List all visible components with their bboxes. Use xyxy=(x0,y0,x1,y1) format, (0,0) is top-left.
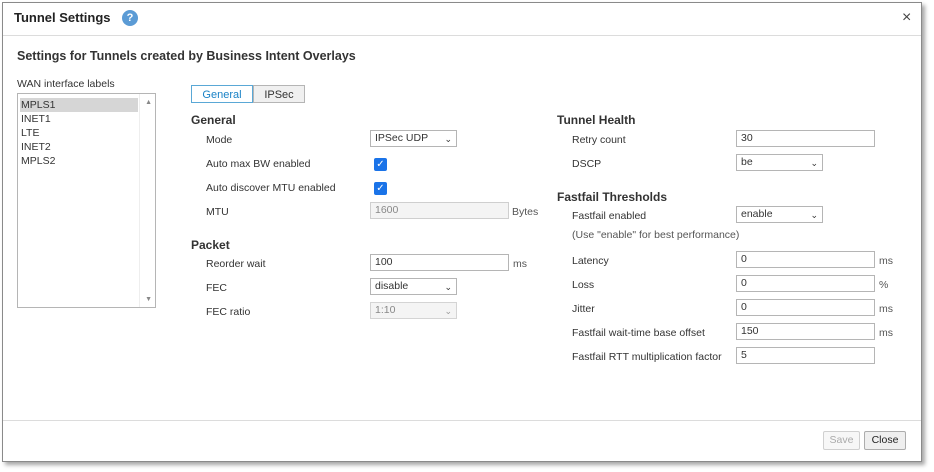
rtt-factor-label: Fastfail RTT multiplication factor xyxy=(572,351,722,363)
mode-label: Mode xyxy=(206,134,233,146)
dscp-value: be xyxy=(741,156,753,168)
chevron-down-icon: ⌄ xyxy=(810,158,818,168)
jitter-label: Jitter xyxy=(572,303,595,315)
help-icon[interactable]: ? xyxy=(122,10,138,26)
mtu-unit: Bytes xyxy=(512,206,539,218)
fec-ratio-label: FEC ratio xyxy=(206,306,251,318)
close-icon[interactable]: × xyxy=(902,9,911,27)
dscp-label: DSCP xyxy=(572,158,602,170)
mode-select[interactable]: IPSec UDP ⌄ xyxy=(370,130,457,147)
rtt-factor-field[interactable]: 5 xyxy=(736,347,875,364)
loss-unit: % xyxy=(879,279,889,291)
chevron-down-icon: ⌄ xyxy=(444,306,452,316)
retry-count-field[interactable]: 30 xyxy=(736,130,875,147)
tunnel-settings-dialog: Tunnel Settings ? × Settings for Tunnels… xyxy=(2,2,922,462)
auto-mtu-label: Auto discover MTU enabled xyxy=(206,182,336,194)
page-heading: Settings for Tunnels created by Business… xyxy=(17,49,356,63)
list-item-inet1[interactable]: INET1 xyxy=(20,112,138,126)
list-item-lte[interactable]: LTE xyxy=(20,126,138,140)
latency-unit: ms xyxy=(879,255,893,267)
reorder-wait-unit: ms xyxy=(513,258,527,270)
save-button[interactable]: Save xyxy=(823,431,860,450)
loss-label: Loss xyxy=(572,279,595,291)
fastfail-enabled-label: Fastfail enabled xyxy=(572,210,647,222)
wait-time-label: Fastfail wait-time base offset xyxy=(572,327,705,339)
list-item-mpls2[interactable]: MPLS2 xyxy=(20,154,138,168)
wait-time-field[interactable]: 150 xyxy=(736,323,875,340)
mode-value: IPSec UDP xyxy=(375,132,429,144)
tab-ipsec[interactable]: IPSec xyxy=(253,85,305,103)
reorder-wait-label: Reorder wait xyxy=(206,258,266,270)
wait-time-unit: ms xyxy=(879,327,893,339)
scroll-up-arrow-icon[interactable]: ▲ xyxy=(145,99,152,106)
list-item-mpls1[interactable]: MPLS1 xyxy=(20,98,138,112)
auto-mtu-checkbox[interactable]: ✓ xyxy=(374,182,387,195)
jitter-field[interactable]: 0 xyxy=(736,299,875,316)
listbox-scrollbar[interactable]: ▲ ▼ xyxy=(139,94,155,307)
auto-max-bw-label: Auto max BW enabled xyxy=(206,158,311,170)
tunnel-health-section-title: Tunnel Health xyxy=(557,113,636,127)
fec-select[interactable]: disable ⌄ xyxy=(370,278,457,295)
fastfail-enabled-select[interactable]: enable ⌄ xyxy=(736,206,823,223)
chevron-down-icon: ⌄ xyxy=(444,134,452,144)
retry-count-label: Retry count xyxy=(572,134,626,146)
title-divider xyxy=(3,35,921,36)
jitter-unit: ms xyxy=(879,303,893,315)
dialog-title: Tunnel Settings xyxy=(14,10,111,25)
fec-ratio-select[interactable]: 1:10 ⌄ xyxy=(370,302,457,319)
fastfail-section-title: Fastfail Thresholds xyxy=(557,190,668,204)
fec-value: disable xyxy=(375,280,409,292)
wan-interface-listbox[interactable]: MPLS1 INET1 LTE INET2 MPLS2 ▲ ▼ xyxy=(17,93,156,308)
chevron-down-icon: ⌄ xyxy=(810,210,818,220)
list-item-inet2[interactable]: INET2 xyxy=(20,140,138,154)
chevron-down-icon: ⌄ xyxy=(444,282,452,292)
fec-ratio-value: 1:10 xyxy=(375,304,396,316)
dscp-select[interactable]: be ⌄ xyxy=(736,154,823,171)
general-section-title: General xyxy=(191,113,236,127)
scroll-down-arrow-icon[interactable]: ▼ xyxy=(145,296,152,303)
mtu-field[interactable]: 1600 xyxy=(370,202,509,219)
reorder-wait-field[interactable]: 100 xyxy=(370,254,509,271)
title-bar xyxy=(3,3,921,35)
mtu-label: MTU xyxy=(206,206,229,218)
wan-interface-labels-title: WAN interface labels xyxy=(17,78,115,90)
tab-general[interactable]: General xyxy=(191,85,253,103)
footer-divider xyxy=(3,420,921,421)
latency-label: Latency xyxy=(572,255,609,267)
close-button[interactable]: Close xyxy=(864,431,906,450)
packet-section-title: Packet xyxy=(191,238,230,252)
fastfail-enabled-value: enable xyxy=(741,208,773,220)
auto-max-bw-checkbox[interactable]: ✓ xyxy=(374,158,387,171)
loss-field[interactable]: 0 xyxy=(736,275,875,292)
fec-label: FEC xyxy=(206,282,227,294)
latency-field[interactable]: 0 xyxy=(736,251,875,268)
fastfail-hint: (Use "enable" for best performance) xyxy=(572,229,740,241)
